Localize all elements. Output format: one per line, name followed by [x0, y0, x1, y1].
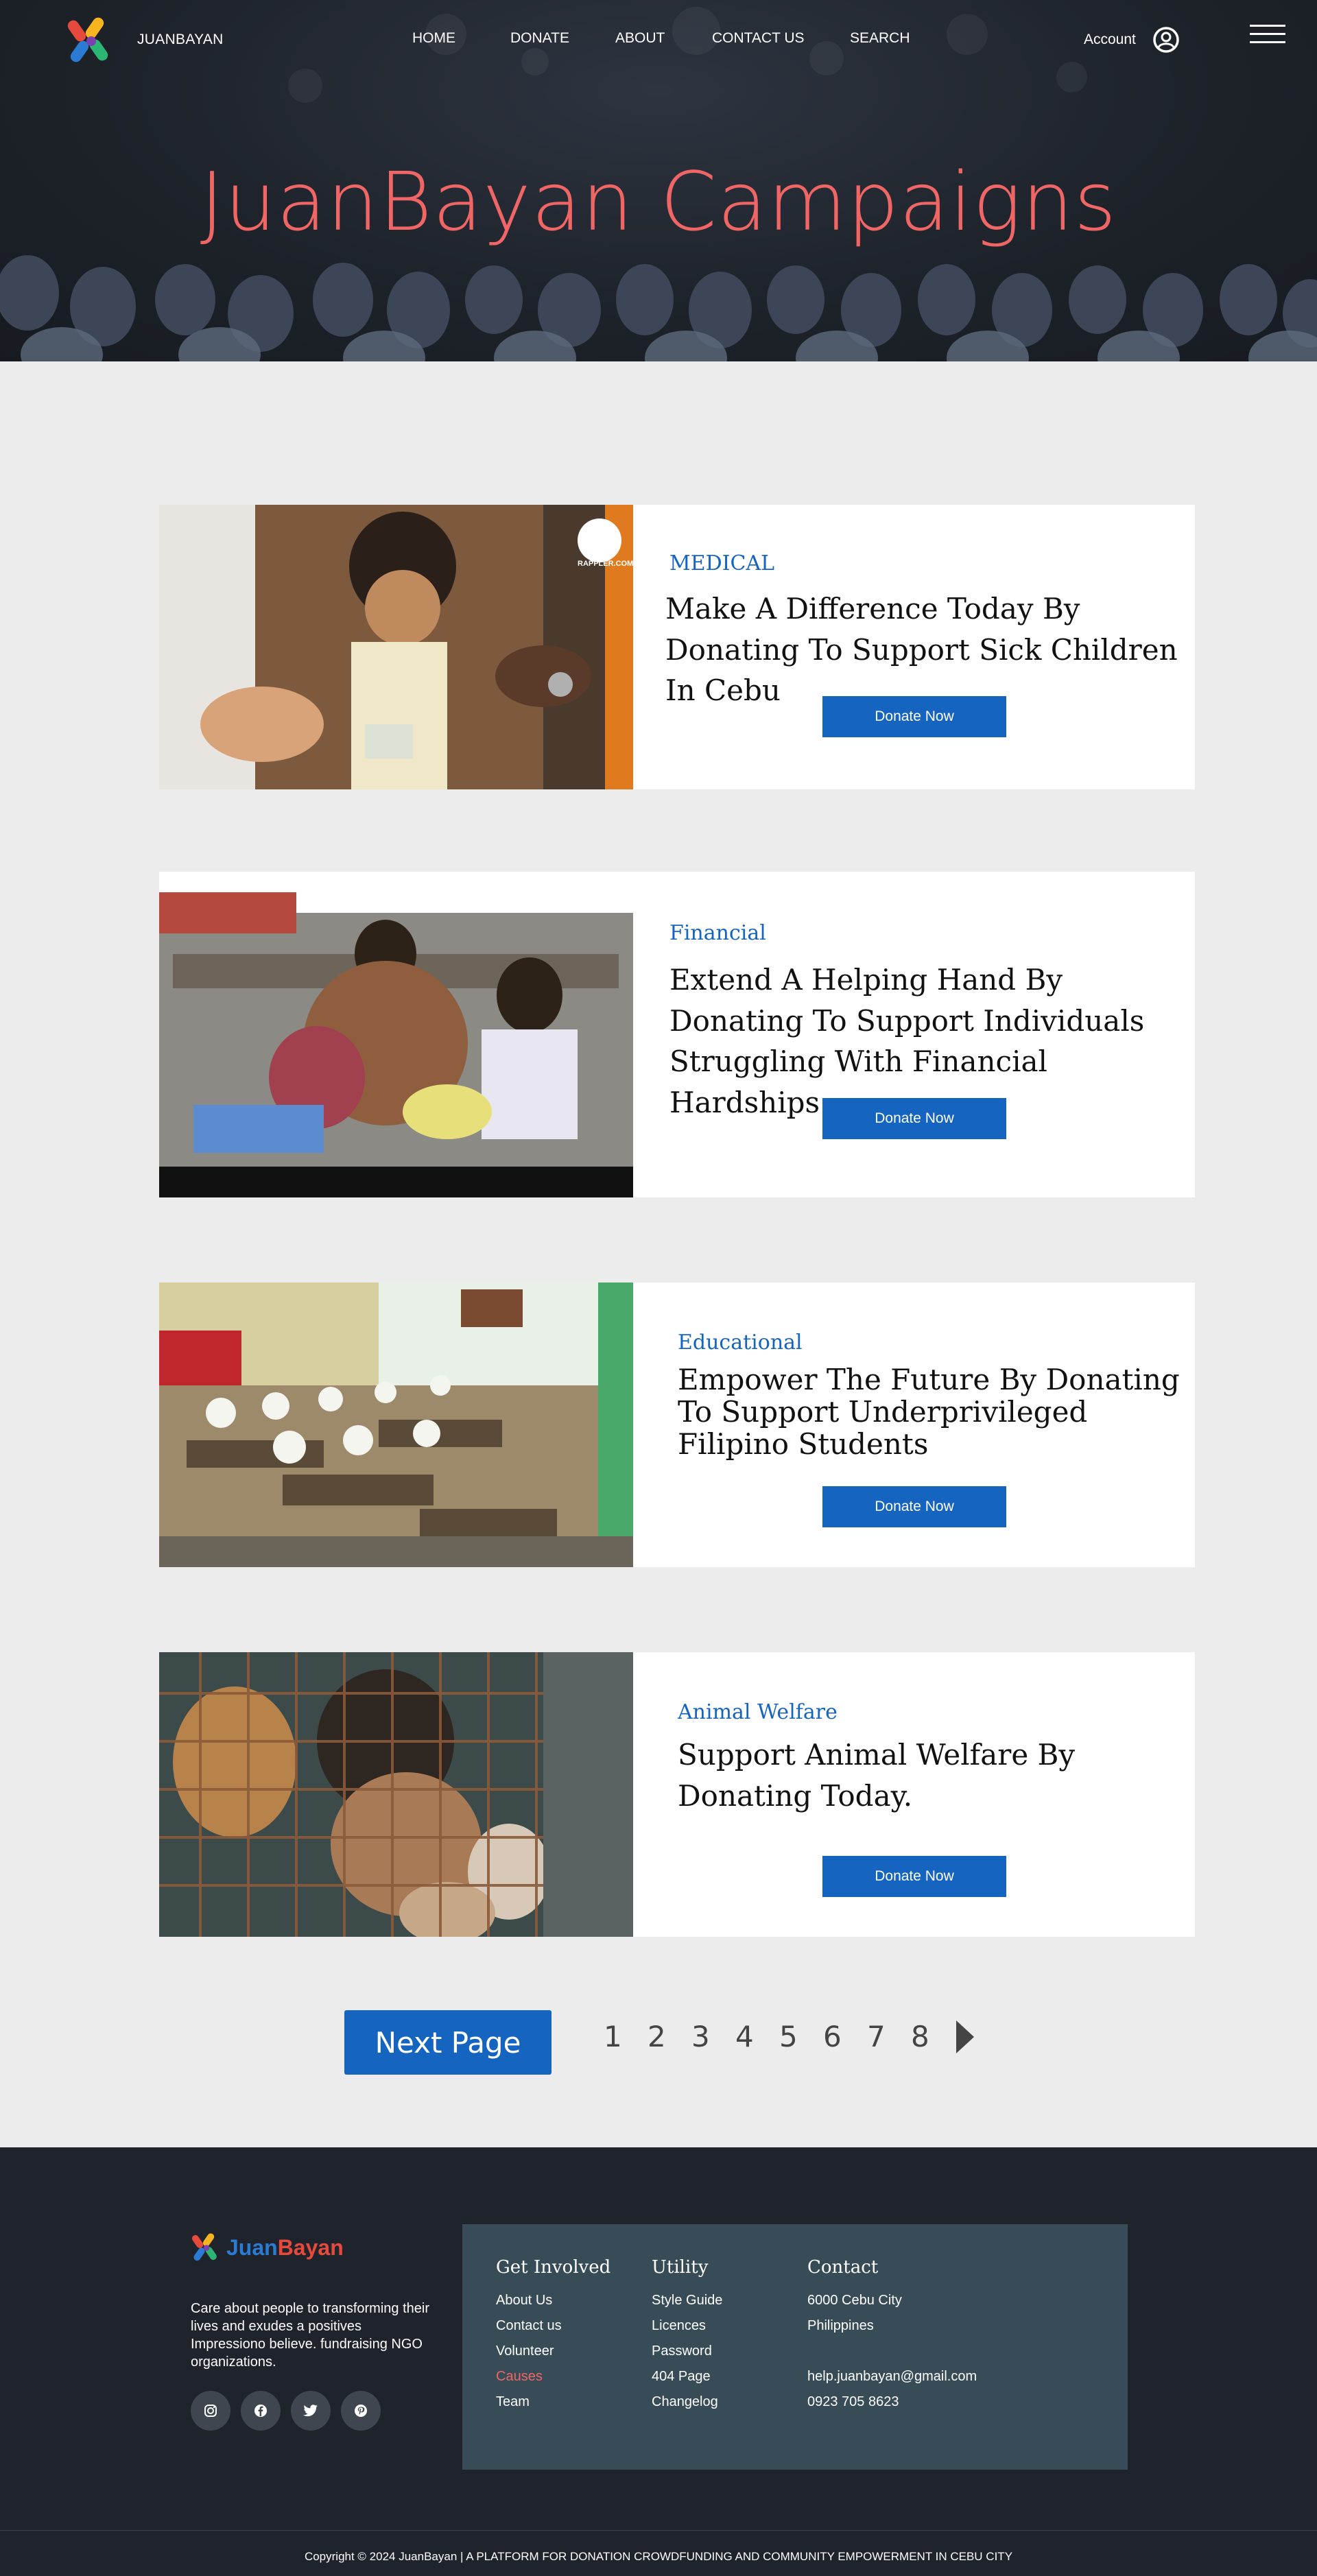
juanbayan-logo-icon — [191, 2233, 217, 2261]
page-link-2[interactable]: 2 — [648, 2020, 691, 2053]
site-footer: JuanBayan Care about people to transform… — [0, 2147, 1317, 2576]
contact-country: Philippines — [807, 2318, 874, 2333]
page-link-7[interactable]: 7 — [867, 2020, 911, 2053]
campaign-photo-financial — [159, 872, 633, 1197]
page-title: JuanBayan Campaigns — [200, 154, 1117, 249]
footer-link-team[interactable]: Team — [496, 2394, 610, 2420]
page-link-5[interactable]: 5 — [779, 2020, 823, 2053]
next-page-button[interactable]: Next Page — [344, 2010, 551, 2075]
pagination: 1 2 3 4 5 6 7 8 — [604, 2020, 974, 2053]
social-links — [191, 2391, 391, 2431]
page-link-1[interactable]: 1 — [604, 2020, 648, 2053]
campaign-title[interactable]: Support Animal Welfare By Donating Today… — [678, 1734, 1158, 1816]
nav-contact-us[interactable]: CONTACT US — [712, 30, 805, 47]
facebook-icon[interactable] — [241, 2391, 281, 2431]
pinterest-icon[interactable] — [341, 2391, 381, 2431]
page-link-3[interactable]: 3 — [691, 2020, 735, 2053]
nav-about[interactable]: ABOUT — [615, 30, 665, 47]
footer-links-panel: Get Involved About Us Contact us Volunte… — [462, 2224, 1128, 2470]
donate-now-button[interactable]: Donate Now — [822, 1486, 1006, 1527]
hamburger-menu-icon[interactable] — [1250, 25, 1285, 47]
footer-column-get-involved: Get Involved About Us Contact us Volunte… — [496, 2257, 610, 2420]
campaign-card-animal-welfare: Animal Welfare Support Animal Welfare By… — [159, 1652, 1195, 1937]
footer-description: Care about people to transforming their … — [191, 2301, 429, 2370]
campaign-card-educational: Educational Empower The Future By Donati… — [159, 1283, 1195, 1567]
nav-donate[interactable]: DONATE — [510, 30, 569, 47]
footer-link-404-page[interactable]: 404 Page — [652, 2369, 722, 2394]
footer-link-volunteer[interactable]: Volunteer — [496, 2344, 610, 2369]
footer-link-causes[interactable]: Causes — [496, 2369, 610, 2394]
nav-search[interactable]: SEARCH — [850, 30, 910, 47]
donate-now-button[interactable]: Donate Now — [822, 696, 1006, 737]
footer-heading: Contact — [807, 2257, 879, 2278]
page-link-8[interactable]: 8 — [911, 2020, 955, 2053]
next-arrow-icon[interactable] — [956, 2020, 974, 2053]
footer-link-style-guide[interactable]: Style Guide — [652, 2293, 722, 2318]
donate-now-button[interactable]: Donate Now — [822, 1856, 1006, 1897]
donate-now-button[interactable]: Donate Now — [822, 1098, 1006, 1139]
campaign-title[interactable]: Empower The Future By Donating To Suppor… — [678, 1363, 1199, 1460]
footer-column-utility: Utility Style Guide Licences Password 40… — [652, 2257, 722, 2420]
account-user-icon[interactable] — [1152, 26, 1180, 53]
juanbayan-logo-icon[interactable] — [67, 14, 115, 67]
footer-divider — [0, 2530, 1317, 2531]
rappler-watermark: RAPPLER.COM — [578, 560, 633, 568]
instagram-icon[interactable] — [191, 2391, 230, 2431]
campaign-category: Educational — [678, 1331, 803, 1355]
copyright-text: Copyright © 2024 JuanBayan | A PLATFORM … — [304, 2550, 1013, 2563]
page-link-4[interactable]: 4 — [735, 2020, 779, 2053]
campaign-category: Financial — [669, 921, 766, 945]
campaign-photo-medical: RAPPLER.COM — [159, 505, 633, 789]
campaign-title[interactable]: Make A Difference Today By Donating To S… — [665, 588, 1187, 711]
footer-link-licences[interactable]: Licences — [652, 2318, 722, 2344]
campaign-category: MEDICAL — [669, 551, 775, 575]
campaign-card-financial: Financial Extend A Helping Hand By Donat… — [159, 872, 1195, 1197]
contact-city: 6000 Cebu City — [807, 2293, 902, 2308]
campaign-photo-educational — [159, 1283, 633, 1567]
footer-column-contact: Contact 6000 Cebu City Philippines help.… — [807, 2257, 977, 2420]
page-link-6[interactable]: 6 — [823, 2020, 867, 2053]
nav-home[interactable]: HOME — [412, 30, 455, 47]
brand-name[interactable]: JUANBAYAN — [137, 32, 224, 48]
campaign-category: Animal Welfare — [678, 1700, 838, 1724]
footer-link-about-us[interactable]: About Us — [496, 2293, 610, 2318]
hero-header: JUANBAYAN HOME DONATE ABOUT CONTACT US S… — [0, 0, 1317, 361]
campaign-photo-animal-welfare — [159, 1652, 633, 1937]
footer-logo-text: JuanBayan — [226, 2234, 344, 2260]
footer-link-password[interactable]: Password — [652, 2344, 722, 2369]
twitter-icon[interactable] — [291, 2391, 331, 2431]
footer-link-contact-us[interactable]: Contact us — [496, 2318, 610, 2344]
contact-spacer — [807, 2344, 977, 2369]
contact-email[interactable]: help.juanbayan@gmail.com — [807, 2369, 977, 2394]
campaign-card-medical: RAPPLER.COM MEDICAL Make A Difference To… — [159, 505, 1195, 789]
contact-phone[interactable]: 0923 705 8623 — [807, 2394, 977, 2420]
footer-heading: Get Involved — [496, 2257, 611, 2278]
footer-link-changelog[interactable]: Changelog — [652, 2394, 722, 2420]
account-link[interactable]: Account — [1084, 32, 1136, 48]
footer-heading: Utility — [652, 2257, 709, 2278]
footer-logo[interactable]: JuanBayan — [191, 2231, 344, 2264]
